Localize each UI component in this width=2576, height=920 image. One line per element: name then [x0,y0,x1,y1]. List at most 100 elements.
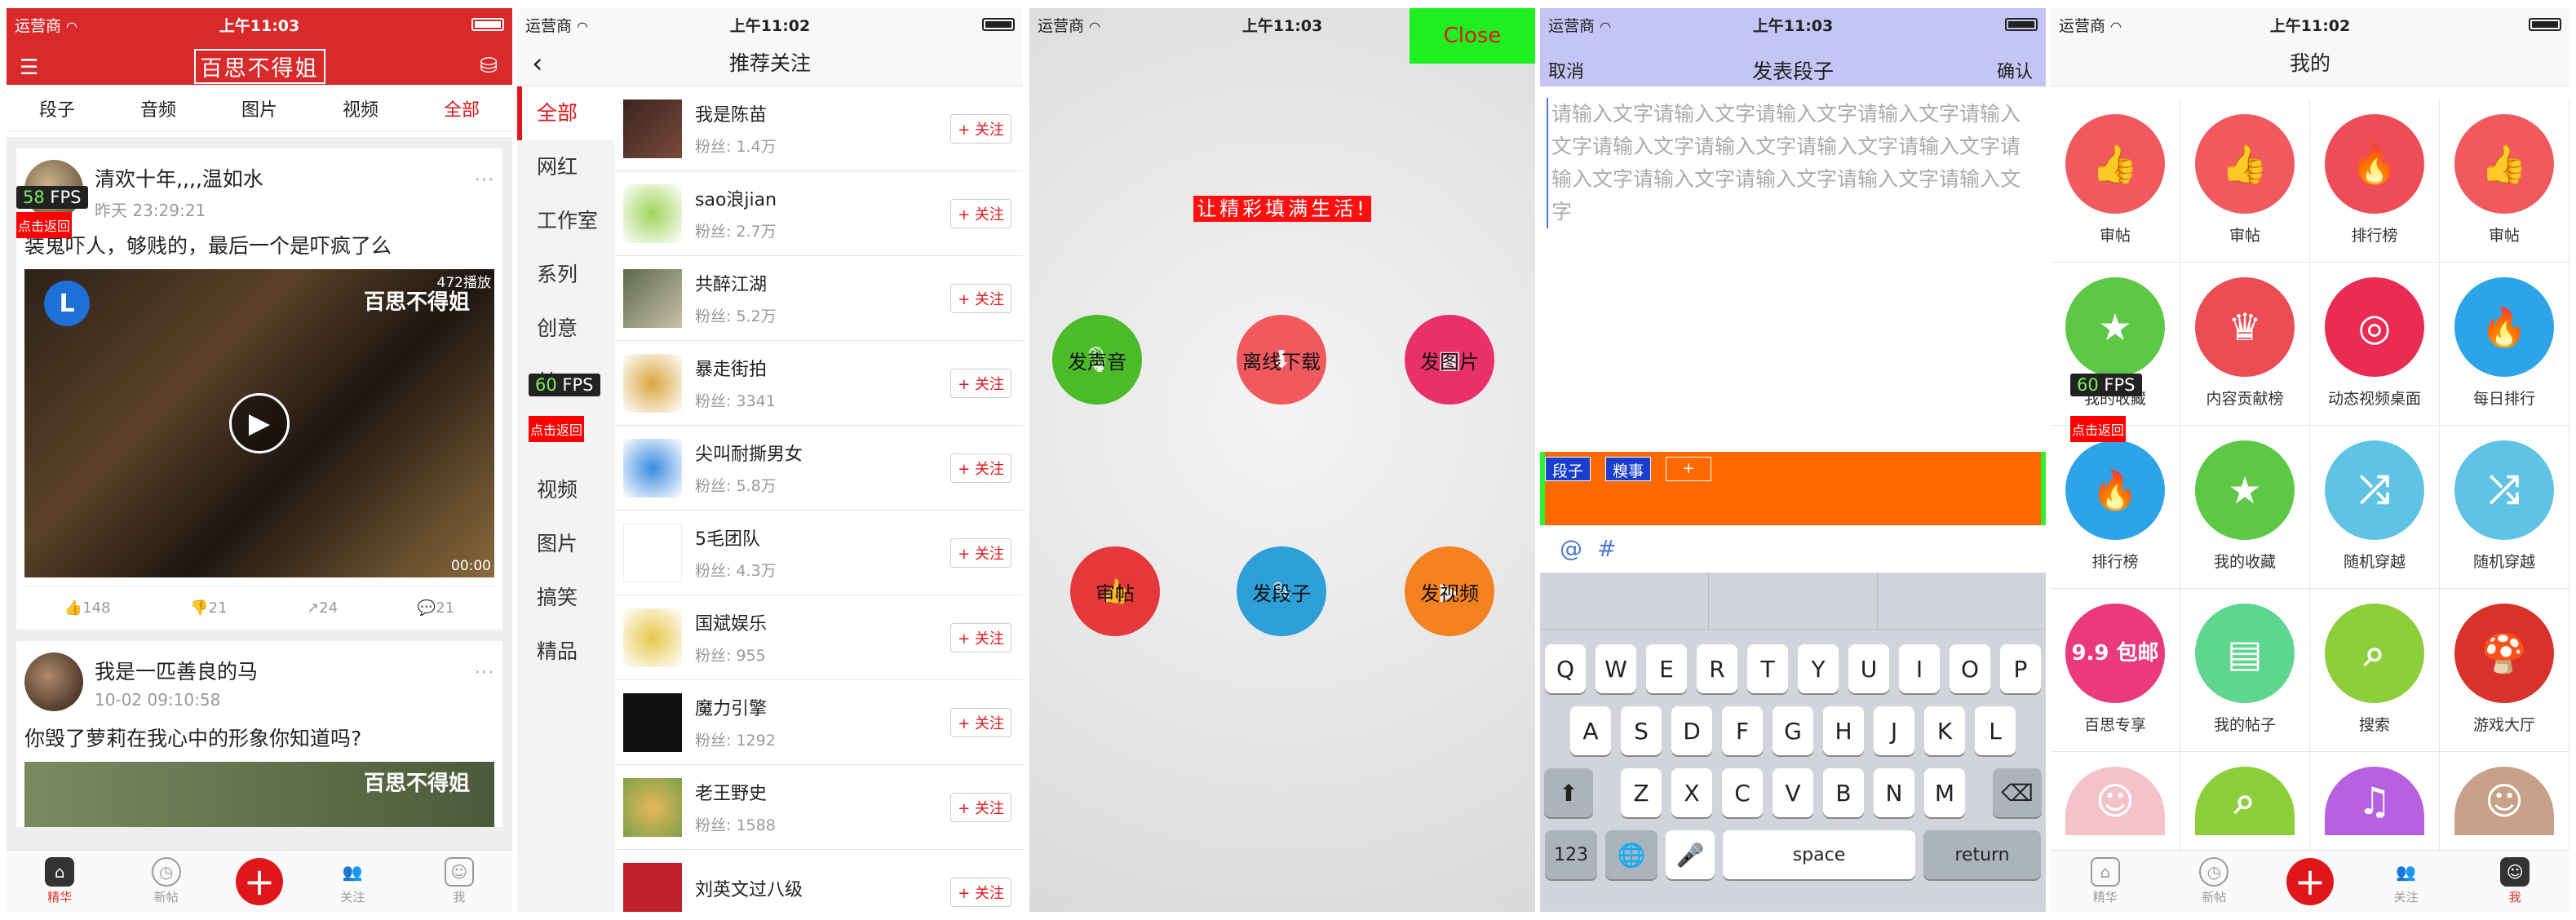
post-video-button[interactable]: ▶ 发视频 [1405,546,1494,636]
shift-key[interactable]: ⬆ [1544,768,1593,817]
follow-button[interactable]: + 关注 [950,199,1011,228]
tabbar-item-new[interactable]: ◷ 新帖 [2177,857,2251,905]
follow-button[interactable]: + 关注 [950,623,1011,652]
post-author[interactable]: 清欢十年,,,,温如水 [95,163,263,192]
grid-item[interactable]: ★ 我的收藏 [2051,263,2180,426]
tabbar-item-me[interactable]: ☺ 我 [423,857,496,905]
close-button[interactable]: Close [1410,8,1535,64]
share-button[interactable]: ↗24 [307,599,338,617]
sidebar-item-studio[interactable]: 工作室 [517,194,615,248]
tab-image[interactable]: 图片 [241,95,277,122]
coin-stack-icon[interactable]: ⛁ [480,54,498,78]
key-m[interactable]: M [1924,768,1965,817]
play-icon[interactable]: ▶ [229,393,290,453]
sidebar-item-funny[interactable]: 搞笑 [517,571,615,625]
key-q[interactable]: Q [1545,644,1586,693]
follow-button[interactable]: + 关注 [950,708,1011,737]
tabbar-item-me[interactable]: ☺ 我 [2478,857,2552,905]
list-item[interactable]: 刘英文过八级 + 关注 [615,850,1023,912]
list-item[interactable]: 魔力引擎 粉丝: 1292 + 关注 [615,680,1023,765]
key-f[interactable]: F [1722,706,1763,755]
grid-item[interactable]: ★ 我的收藏 [2180,426,2310,589]
globe-icon[interactable]: 🌐 [1605,830,1658,879]
key-a[interactable]: A [1570,706,1611,755]
publish-button[interactable]: + [235,857,283,905]
grid-item[interactable]: 👍 审帖 [2051,100,2180,263]
key-x[interactable]: X [1671,768,1712,817]
tab-audio[interactable]: 音频 [140,95,176,122]
grid-item[interactable]: ◎ 动态视频桌面 [2310,263,2440,426]
grid-item[interactable]: 🔥 排行榜 [2051,426,2180,589]
grid-item[interactable]: 🔥 每日排行 [2440,263,2569,426]
tag-duanzi[interactable]: 段子 [1545,457,1591,481]
key-v[interactable]: V [1773,768,1813,817]
sidebar-item-all[interactable]: 全部 [517,86,615,140]
key-p[interactable]: P [2000,644,2041,693]
tabbar-item-follow[interactable]: 👥 关注 [316,857,389,905]
confirm-button[interactable]: 确认 [1997,57,2033,83]
back-tag[interactable]: 点击返回 [529,416,585,442]
list-item[interactable]: 我是陈苗 粉丝: 1.4万 + 关注 [615,86,1023,171]
avatar[interactable] [24,652,83,711]
key-e[interactable]: E [1646,644,1687,693]
follow-button[interactable]: + 关注 [950,114,1011,144]
list-item[interactable]: 国斌娱乐 粉丝: 955 + 关注 [615,595,1023,680]
follow-button[interactable]: + 关注 [950,878,1011,907]
sidebar-item-creative[interactable]: 创意 [517,302,615,356]
offline-download-button[interactable]: ⬇ 离线下载 [1237,315,1326,405]
key-w[interactable]: W [1596,644,1636,693]
key-j[interactable]: J [1874,706,1914,755]
key-g[interactable]: G [1773,706,1813,755]
post-text-button[interactable]: ✎ 发段子 [1237,546,1326,636]
tab-all[interactable]: 全部 [444,95,480,122]
tabbar-item-essence[interactable]: ⌂ 精华 [23,857,96,905]
tab-duanzi[interactable]: 段子 [39,95,75,122]
tag-qiushi[interactable]: 糗事 [1605,457,1652,481]
grid-item[interactable]: ⌕ 搜索 [2310,589,2440,752]
publish-button[interactable]: + [2286,857,2334,905]
list-item[interactable]: 老王野史 粉丝: 1588 + 关注 [615,765,1023,850]
grid-item[interactable]: ♛ 内容贡献榜 [2180,263,2310,426]
follow-button[interactable]: + 关注 [950,453,1011,483]
list-item[interactable]: 共醉江湖 粉丝: 5.2万 + 关注 [615,256,1023,341]
hashtag-icon[interactable]: # [1597,535,1616,562]
video-player[interactable]: L 472播放 百思不得姐 ▶ 00:00 [24,269,494,577]
list-item[interactable]: 暴走街拍 粉丝: 3341 + 关注 [615,341,1023,426]
back-chevron-icon[interactable]: ‹ [532,41,543,86]
list-item[interactable]: 5毛团队 粉丝: 4.3万 + 关注 [615,511,1023,595]
key-z[interactable]: Z [1621,768,1662,817]
sidebar-item-series[interactable]: 系列 [517,248,615,302]
post-card[interactable]: 清欢十年,,,,温如水 昨天 23:29:21 ··· 装鬼吓人，够贱的，最后一… [16,148,502,630]
follow-button[interactable]: + 关注 [950,793,1011,822]
back-tag[interactable]: 点击返回 [2070,416,2127,442]
review-button[interactable]: 👍 审帖 [1070,546,1160,636]
tab-video[interactable]: 视频 [343,95,378,122]
key-n[interactable]: N [1874,768,1914,817]
grid-item[interactable]: ⤮ 随机穿越 [2440,426,2569,589]
key-d[interactable]: D [1671,706,1712,755]
follow-button[interactable]: + 关注 [950,284,1011,313]
backspace-icon[interactable]: ⌫ [1993,768,2042,817]
grid-item[interactable]: ⤮ 随机穿越 [2310,426,2440,589]
grid-item[interactable]: 🍄 游戏大厅 [2440,589,2569,752]
post-image-button[interactable]: ▣ 发图片 [1405,315,1494,405]
add-tag-button[interactable]: + [1666,457,1711,481]
numbers-key[interactable]: 123 [1545,830,1597,879]
key-h[interactable]: H [1823,706,1864,755]
tabbar-item-essence[interactable]: ⌂ 精华 [2069,857,2142,905]
follow-button[interactable]: + 关注 [950,538,1011,568]
key-t[interactable]: T [1747,644,1788,693]
key-o[interactable]: O [1950,644,1990,693]
key-k[interactable]: K [1924,706,1965,755]
list-item[interactable]: 尖叫耐撕男女 粉丝: 5.8万 + 关注 [615,426,1023,511]
grid-item[interactable]: 🔥 排行榜 [2310,100,2440,263]
key-r[interactable]: R [1697,644,1737,693]
like-button[interactable]: 👍148 [64,599,111,617]
key-c[interactable]: C [1722,768,1763,817]
grid-item[interactable]: 👍 审帖 [2440,100,2569,263]
key-y[interactable]: Y [1798,644,1839,693]
key-b[interactable]: B [1823,768,1864,817]
grid-item[interactable]: ▤ 我的帖子 [2180,589,2310,752]
return-key[interactable]: return [1923,830,2041,879]
post-author[interactable]: 我是一匹善良的马 [95,656,258,685]
